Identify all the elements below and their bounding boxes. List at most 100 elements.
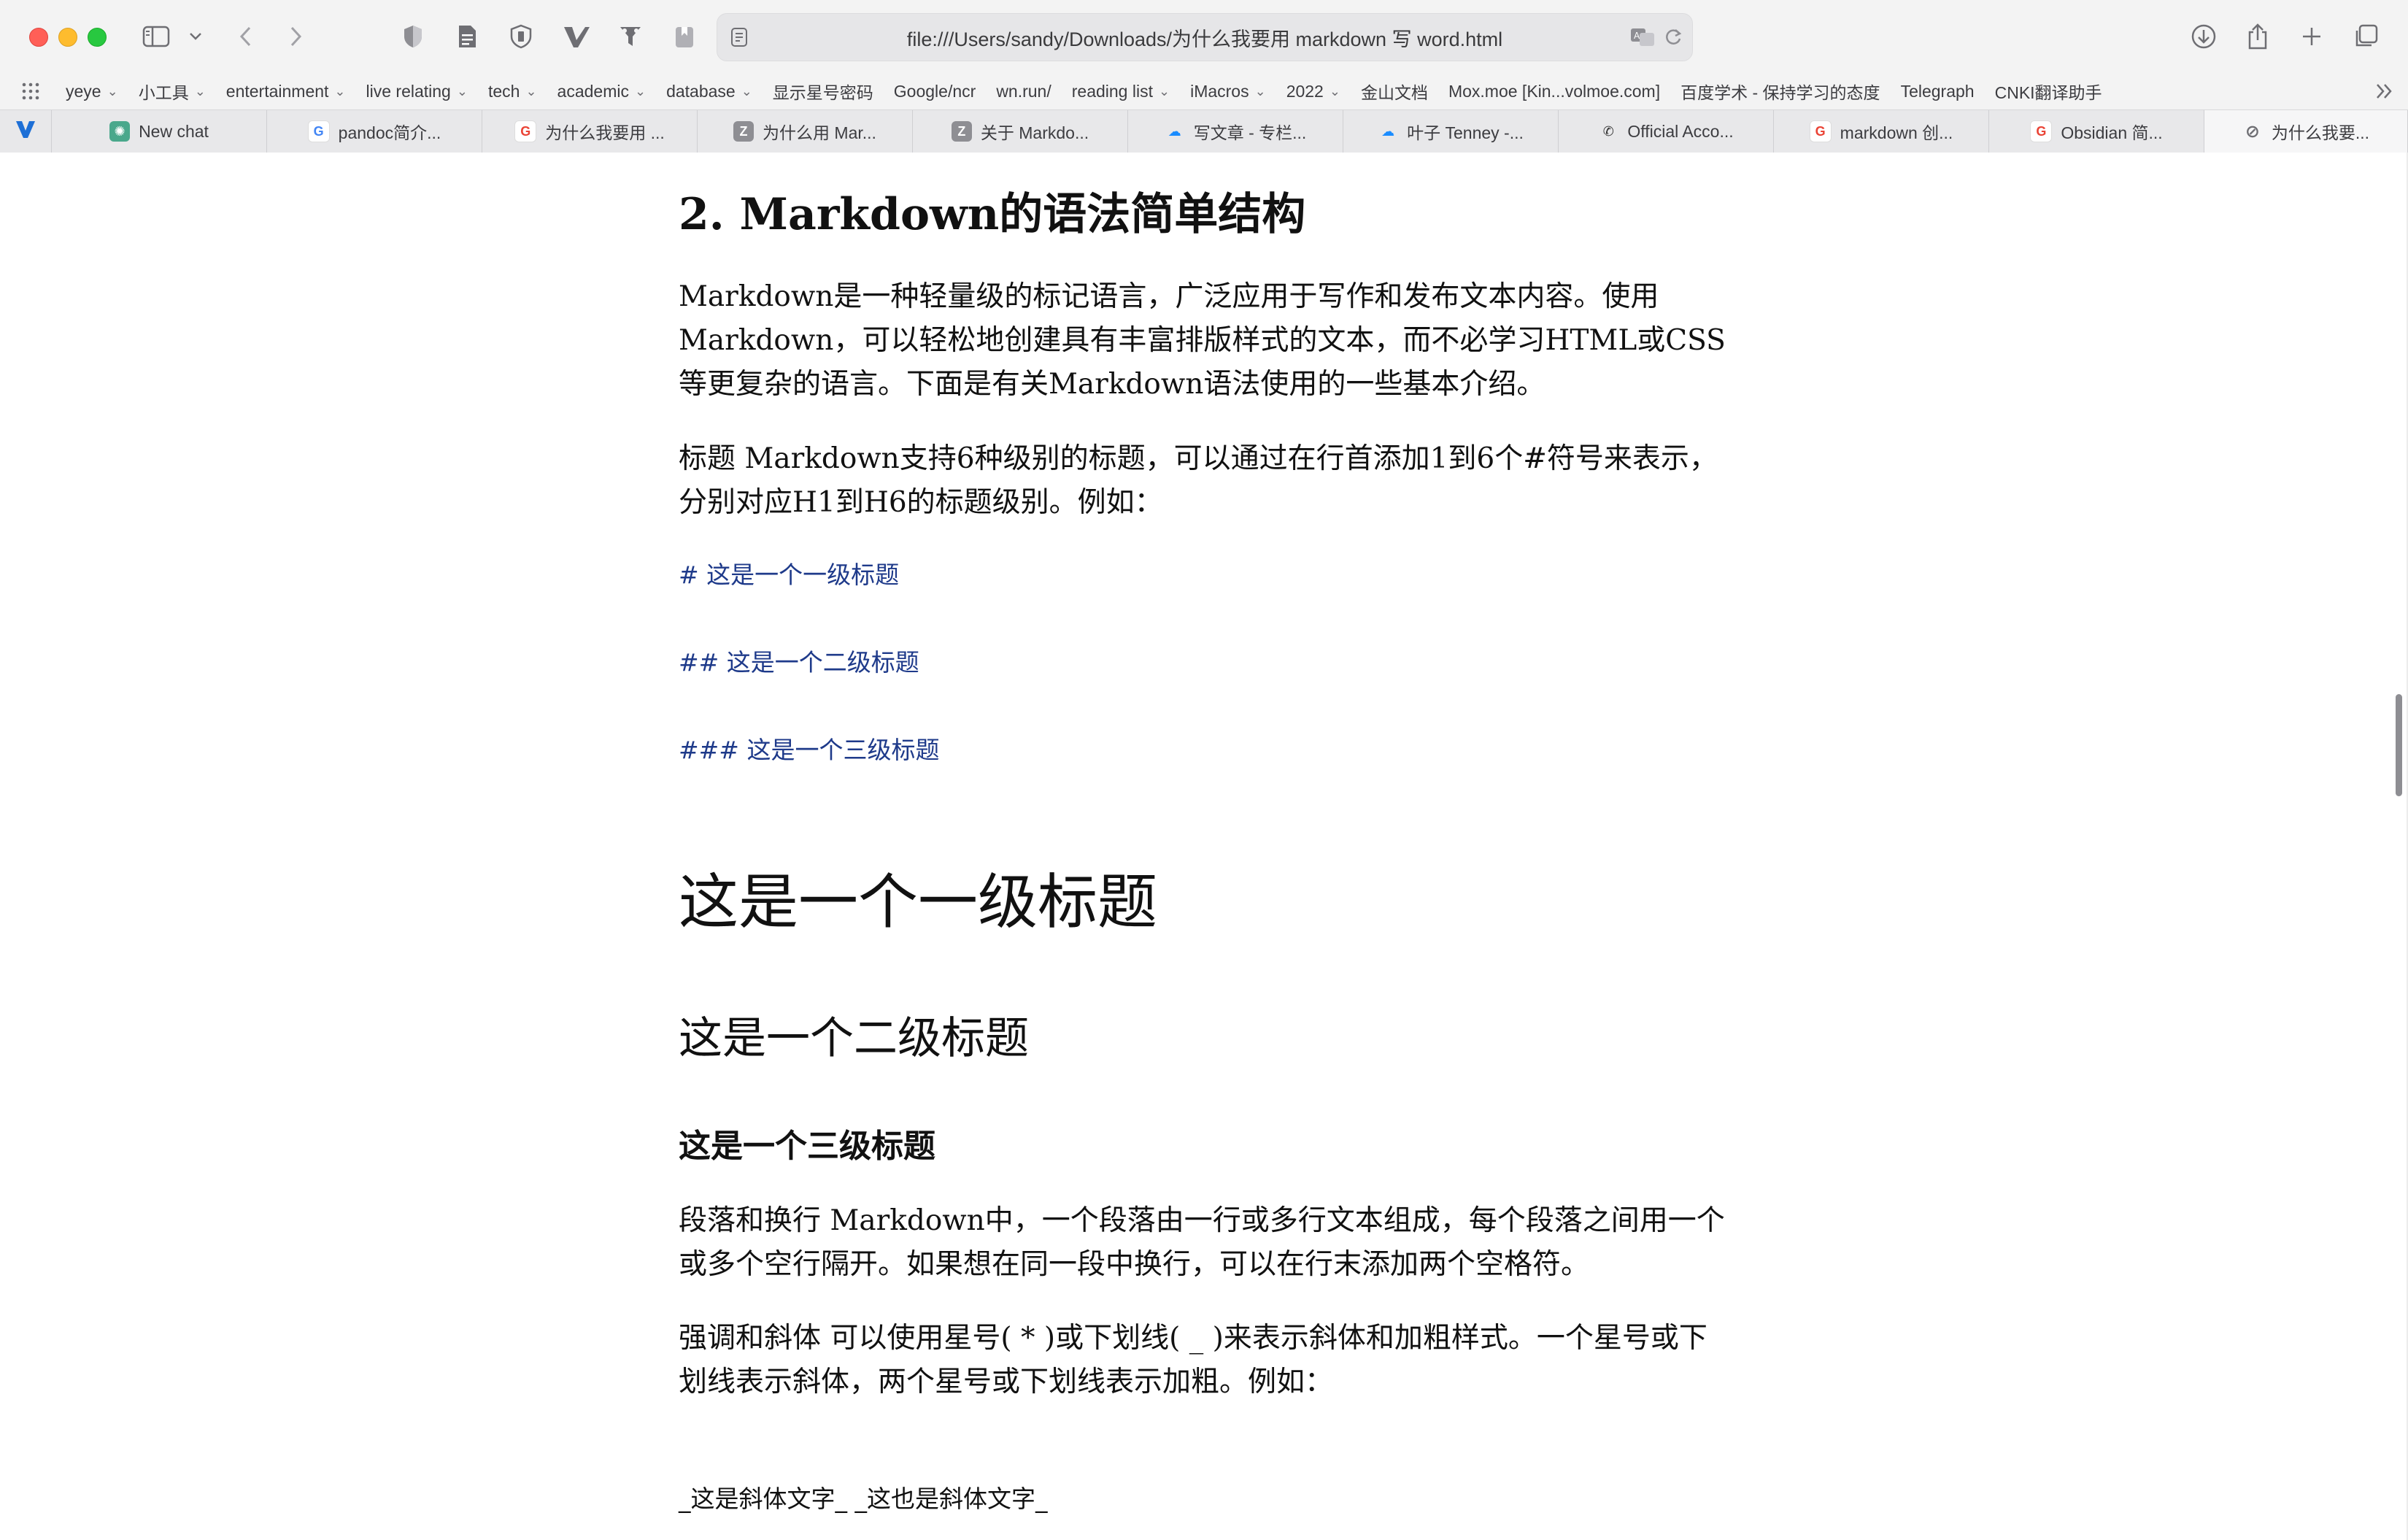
google-icon: G <box>514 120 537 142</box>
bookmark-imacros[interactable]: iMacros ⌄ <box>1180 82 1276 101</box>
reload-icon[interactable] <box>1660 21 1686 53</box>
tab-label: markdown 创... <box>1840 123 1953 142</box>
chevron-down-icon: ⌄ <box>107 83 118 99</box>
more-bookmarks-icon[interactable] <box>2364 82 2405 100</box>
emphasis-description: 强调和斜体 可以使用星号( * )或下划线( _ )来表示斜体和加粗样式。一个星… <box>679 1322 1707 1398</box>
paragraph-description: 段落和换行 Markdown中，一个段落由一行或多行文本组成，每个段落之间用一个… <box>679 1204 1725 1281</box>
privacy-shield-icon[interactable] <box>398 19 428 54</box>
chevron-down-icon: ⌄ <box>634 83 647 99</box>
tab-about-markdown[interactable]: Z 关于 Markdo... <box>913 110 1128 153</box>
bookmark-2022[interactable]: 2022 ⌄ <box>1276 82 1351 101</box>
chevron-down-icon: ⌄ <box>1329 83 1340 99</box>
google-icon: G <box>307 120 330 142</box>
chevron-down-icon[interactable] <box>182 19 209 54</box>
tab-why-use[interactable]: G 为什么我要用 ... <box>482 110 698 153</box>
tab-new-chat[interactable]: ✺ New chat <box>52 110 267 153</box>
bookmark-academic[interactable]: academic ⌄ <box>547 82 657 101</box>
downloads-icon[interactable] <box>2188 19 2220 54</box>
bookmark-label: wn.run/ <box>996 81 1051 101</box>
chevron-down-icon: ⌄ <box>334 83 346 99</box>
bookmark-entertainment[interactable]: entertainment ⌄ <box>216 82 356 101</box>
bookmark-kingsoft-docs[interactable]: 金山文档 <box>1351 79 1438 104</box>
adblock-shield-icon[interactable] <box>506 19 536 54</box>
chevron-down-icon: ⌄ <box>194 83 206 99</box>
tab-why-markdown[interactable]: Z 为什么用 Mar... <box>698 110 913 153</box>
chevron-down-icon: ⌄ <box>1254 83 1266 99</box>
pinned-tab[interactable] <box>0 110 52 153</box>
funnel-extension-icon[interactable] <box>616 19 645 54</box>
url-text[interactable]: file:///Users/sandy/Downloads/为什么我要用 mar… <box>717 14 1692 61</box>
bookmark-show-password[interactable]: 显示星号密码 <box>763 79 884 104</box>
sidebar-toggle-icon[interactable] <box>139 19 174 54</box>
tab-label: 叶子 Tenney -... <box>1407 123 1524 142</box>
code-h2-example: ## 这是一个二级标题 <box>679 648 919 677</box>
bookmark-telegraph[interactable]: Telegraph <box>1891 82 1985 101</box>
chevron-down-icon: ⌄ <box>1158 83 1170 99</box>
wechat-icon: ✆ <box>1602 123 1614 139</box>
vimari-extension-icon[interactable] <box>560 19 593 54</box>
bookmark-label: reading list <box>1071 81 1153 101</box>
chevron-down-icon: ⌄ <box>741 83 752 99</box>
page-content[interactable]: 2. Markdown的语法简单结构 Markdown是一种轻量级的标记语言，广… <box>0 153 2408 1540</box>
tab-current[interactable]: ⊘ 为什么我要... <box>2204 110 2408 153</box>
bookmark-label: 显示星号密码 <box>772 83 873 102</box>
scrollbar-thumb[interactable] <box>2396 694 2402 796</box>
apps-grid-icon[interactable] <box>0 81 55 101</box>
zhihu-icon: Z <box>951 121 972 142</box>
section-heading: 2. Markdown的语法简单结构 <box>679 189 1306 240</box>
bookmark-label: live relating <box>366 81 451 101</box>
compass-icon: ⊘ <box>2245 121 2260 142</box>
bookmark-google-ncr[interactable]: Google/ncr <box>884 82 987 101</box>
back-icon[interactable] <box>231 19 260 54</box>
tab-tenney[interactable]: ☁ 叶子 Tenney -... <box>1343 110 1559 153</box>
tab-overview-icon[interactable] <box>2350 19 2382 54</box>
bookmark-database[interactable]: database ⌄ <box>656 82 763 101</box>
tab-bar: ✺ New chat Gpandoc简介... G 为什么我要用 ... Z 为什么用… <box>0 109 2408 153</box>
chatgpt-icon: ✺ <box>109 121 131 142</box>
bookmark-label: CNKI翻译助手 <box>1994 83 2102 102</box>
bookmark-baidu-scholar[interactable]: 百度学术 - 保持学习的态度 <box>1670 79 1890 104</box>
chevron-down-icon: ⌄ <box>525 83 537 99</box>
demo-h1-heading: 这是一个一级标题 <box>679 868 1158 937</box>
minimize-window-button[interactable] <box>58 28 77 47</box>
bookmark-label: 金山文档 <box>1360 83 1428 102</box>
close-window-button[interactable] <box>29 28 48 47</box>
bookmark-label: yeye <box>66 81 101 101</box>
bookmark-extension-icon[interactable] <box>670 19 699 54</box>
bookmark-label: 2022 <box>1286 81 1324 101</box>
tab-markdown-create[interactable]: Gmarkdown 创... <box>1774 110 1989 153</box>
tab-pandoc[interactable]: Gpandoc简介... <box>267 110 482 153</box>
bookmark-yeye[interactable]: yeye ⌄ <box>55 82 128 101</box>
demo-h3-heading: 这是一个三级标题 <box>679 1128 935 1165</box>
browser-toolbar: file:///Users/sandy/Downloads/为什么我要用 mar… <box>0 0 2408 73</box>
bookmark-label: entertainment <box>225 81 329 101</box>
zhihu-icon: Z <box>733 121 755 142</box>
vimari-pin-icon <box>15 119 36 144</box>
cloud-icon: ☁ <box>1168 123 1181 139</box>
bookmark-cnki-translate[interactable]: CNKI翻译助手 <box>1985 79 2112 104</box>
italic-example: _这是斜体文字_ _这也是斜体文字_ <box>679 1485 1048 1513</box>
bookmark-label: tech <box>487 81 520 101</box>
bookmark-label: 小工具 <box>138 83 189 102</box>
google-icon: G <box>1809 120 1832 142</box>
share-icon[interactable] <box>2242 19 2274 54</box>
address-bar[interactable]: file:///Users/sandy/Downloads/为什么我要用 mar… <box>717 13 1693 61</box>
tab-official-account[interactable]: ✆ Official Acco... <box>1559 110 1774 153</box>
bookmark-reading-list[interactable]: reading list ⌄ <box>1062 82 1180 101</box>
bookmark-wn-run[interactable]: wn.run/ <box>986 82 1061 101</box>
new-tab-icon[interactable] <box>2296 19 2328 54</box>
bookmark-tech[interactable]: tech ⌄ <box>478 82 547 101</box>
tab-write-article[interactable]: ☁ 写文章 - 专栏... <box>1128 110 1343 153</box>
bookmark-tools[interactable]: 小工具 ⌄ <box>128 79 216 104</box>
cloud-icon: ☁ <box>1381 123 1395 139</box>
translate-icon[interactable]: A <box>1628 21 1657 53</box>
bookmark-mox-moe[interactable]: Mox.moe [Kin...volmoe.com] <box>1438 82 1670 101</box>
tab-label: pandoc简介... <box>338 123 441 142</box>
forward-icon[interactable] <box>282 19 311 54</box>
tab-label: Official Acco... <box>1627 121 1734 141</box>
bookmark-live-relating[interactable]: live relating ⌄ <box>356 82 478 101</box>
reader-document-icon[interactable] <box>452 19 482 54</box>
tab-obsidian[interactable]: G Obsidian 简... <box>1989 110 2204 153</box>
zoom-window-button[interactable] <box>88 28 107 47</box>
chevron-down-icon: ⌄ <box>456 83 468 99</box>
